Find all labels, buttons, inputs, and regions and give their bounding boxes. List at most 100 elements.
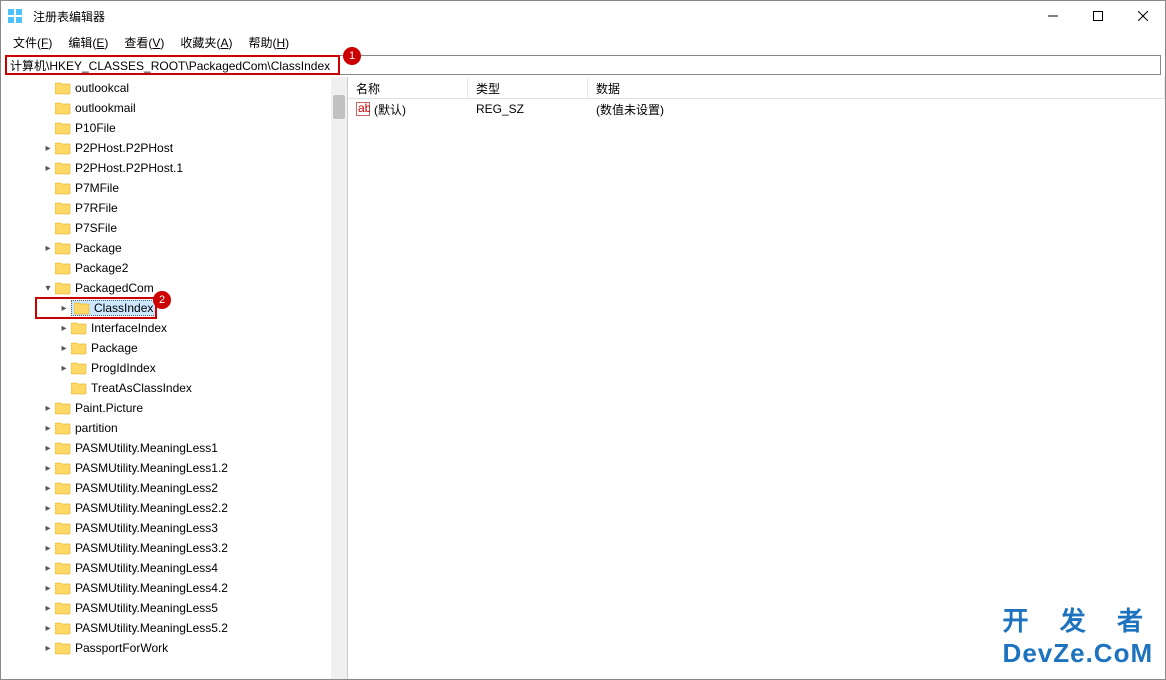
tree-item[interactable]: ▸ Paint.Picture [1, 398, 347, 418]
chevron-right-icon[interactable]: ▸ [41, 403, 55, 414]
tree-item[interactable]: ▸ P2PHost.P2PHost.1 [1, 158, 347, 178]
tree-item[interactable]: ▸ PASMUtility.MeaningLess4 [1, 558, 347, 578]
tree-item-label: PackagedCom [75, 281, 154, 295]
window-title: 注册表编辑器 [29, 8, 105, 25]
tree-item-label: PASMUtility.MeaningLess1 [75, 441, 218, 455]
tree-item[interactable]: ▸ PASMUtility.MeaningLess1.2 [1, 458, 347, 478]
menu-favorites[interactable]: 收藏夹(A) [172, 32, 240, 53]
address-bar[interactable] [5, 55, 1161, 75]
tree-item-label: InterfaceIndex [91, 321, 167, 335]
tree-item[interactable]: ▸outlookcal [1, 78, 347, 98]
chevron-right-icon[interactable]: ▸ [41, 463, 55, 474]
tree-item-label: Package2 [75, 261, 128, 275]
tree-item-label: Package [75, 241, 122, 255]
tree-item[interactable]: ▸ PASMUtility.MeaningLess1 [1, 438, 347, 458]
tree-item-label: ClassIndex [94, 301, 153, 315]
chevron-right-icon[interactable]: ▸ [41, 563, 55, 574]
tree-item[interactable]: ▸TreatAsClassIndex [1, 378, 347, 398]
tree-item[interactable]: ▸outlookmail [1, 98, 347, 118]
tree-item[interactable]: ▸ partition [1, 418, 347, 438]
tree-item-label: PASMUtility.MeaningLess1.2 [75, 461, 228, 475]
tree-item-label: partition [75, 421, 118, 435]
chevron-right-icon[interactable]: ▸ [41, 543, 55, 554]
tree-item[interactable]: ▸ PASMUtility.MeaningLess5.2 [1, 618, 347, 638]
chevron-right-icon[interactable]: ▸ [41, 583, 55, 594]
tree-item-label: TreatAsClassIndex [91, 381, 192, 395]
tree-item[interactable]: ▸ Package [1, 238, 347, 258]
tree-item[interactable]: ▸P10File [1, 118, 347, 138]
app-icon [7, 8, 23, 24]
tree-item-label: PASMUtility.MeaningLess4.2 [75, 581, 228, 595]
tree-item-label: P7SFile [75, 221, 117, 235]
tree-item[interactable]: ▸ PASMUtility.MeaningLess5 [1, 598, 347, 618]
tree-item-label: Paint.Picture [75, 401, 143, 415]
chevron-right-icon[interactable]: ▸ [41, 243, 55, 254]
chevron-right-icon[interactable]: ▸ [41, 143, 55, 154]
chevron-right-icon[interactable]: ▸ [57, 343, 71, 354]
tree-item[interactable]: ▸ Package [1, 338, 347, 358]
tree-item-label: PASMUtility.MeaningLess5 [75, 601, 218, 615]
tree-item-label: PASMUtility.MeaningLess2 [75, 481, 218, 495]
chevron-right-icon[interactable]: ▸ [41, 423, 55, 434]
chevron-right-icon[interactable]: ▸ [57, 323, 71, 334]
tree-item-label: outlookmail [75, 101, 136, 115]
chevron-right-icon[interactable]: ▸ [41, 643, 55, 654]
tree-item-label: P2PHost.P2PHost.1 [75, 161, 183, 175]
chevron-right-icon[interactable]: ▸ [41, 523, 55, 534]
tree-item-label: P10File [75, 121, 116, 135]
column-type[interactable]: 类型 [468, 77, 588, 98]
value-name: ab(默认) [348, 101, 468, 118]
chevron-right-icon[interactable]: ▸ [41, 503, 55, 514]
column-data[interactable]: 数据 [588, 77, 1165, 98]
tree-scrollbar-thumb[interactable] [333, 95, 345, 119]
chevron-right-icon[interactable]: ▸ [41, 483, 55, 494]
column-name[interactable]: 名称 [348, 77, 468, 98]
tree-item-label: PASMUtility.MeaningLess5.2 [75, 621, 228, 635]
tree-item[interactable]: ▸ PassportForWork [1, 638, 347, 658]
menu-file[interactable]: 文件(F) [5, 32, 60, 53]
tree-item-label: P7MFile [75, 181, 119, 195]
menu-view[interactable]: 查看(V) [116, 32, 172, 53]
chevron-right-icon[interactable]: ▸ [41, 623, 55, 634]
tree-item-label: PassportForWork [75, 641, 168, 655]
title-bar: 注册表编辑器 [1, 1, 1165, 31]
tree-item-label: PASMUtility.MeaningLess3 [75, 521, 218, 535]
maximize-button[interactable] [1075, 1, 1120, 31]
chevron-right-icon[interactable]: ▸ [57, 363, 71, 374]
tree-scrollbar[interactable] [331, 77, 347, 679]
tree-pane[interactable]: ▸outlookcal▸outlookmail▸P10File▸P2PHost.… [1, 77, 348, 679]
tree-item-label: Package [91, 341, 138, 355]
tree-item[interactable]: ▸P7MFile [1, 178, 347, 198]
tree-item[interactable]: ▸PASMUtility.MeaningLess3.2 [1, 538, 347, 558]
tree-item[interactable]: ▸Package2 [1, 258, 347, 278]
tree-item[interactable]: ▸P7RFile [1, 198, 347, 218]
tree-item[interactable]: ▸ PASMUtility.MeaningLess3 [1, 518, 347, 538]
tree-item[interactable]: ▸ InterfaceIndex [1, 318, 347, 338]
value-row[interactable]: ab(默认)REG_SZ(数值未设置) [348, 99, 1165, 119]
tree-item-label: PASMUtility.MeaningLess2.2 [75, 501, 228, 515]
chevron-right-icon[interactable]: ▸ [41, 443, 55, 454]
tree-item[interactable]: ▸ PASMUtility.MeaningLess2 [1, 478, 347, 498]
values-header: 名称 类型 数据 [348, 77, 1165, 99]
menu-edit[interactable]: 编辑(E) [60, 32, 116, 53]
tree-item[interactable]: ▸ ClassIndex [1, 298, 347, 318]
tree-item[interactable]: ▸ P2PHost.P2PHost [1, 138, 347, 158]
menu-help[interactable]: 帮助(H) [240, 32, 297, 53]
tree-item-label: P2PHost.P2PHost [75, 141, 173, 155]
tree-item[interactable]: ▸P7SFile [1, 218, 347, 238]
menu-bar: 文件(F) 编辑(E) 查看(V) 收藏夹(A) 帮助(H) [1, 31, 1165, 53]
chevron-right-icon[interactable]: ▸ [41, 163, 55, 174]
tree-item[interactable]: ▸ PASMUtility.MeaningLess2.2 [1, 498, 347, 518]
chevron-right-icon[interactable]: ▸ [57, 303, 71, 314]
minimize-button[interactable] [1030, 1, 1075, 31]
tree-item[interactable]: ▸ProgIdIndex [1, 358, 347, 378]
tree-item[interactable]: ▾ PackagedCom [1, 278, 347, 298]
tree-item-label: outlookcal [75, 81, 129, 95]
value-data: (数值未设置) [588, 101, 1165, 118]
chevron-down-icon[interactable]: ▾ [41, 283, 55, 294]
chevron-right-icon[interactable]: ▸ [41, 603, 55, 614]
tree-item-label: PASMUtility.MeaningLess4 [75, 561, 218, 575]
tree-item[interactable]: ▸ PASMUtility.MeaningLess4.2 [1, 578, 347, 598]
svg-text:ab: ab [358, 102, 370, 115]
close-button[interactable] [1120, 1, 1165, 31]
